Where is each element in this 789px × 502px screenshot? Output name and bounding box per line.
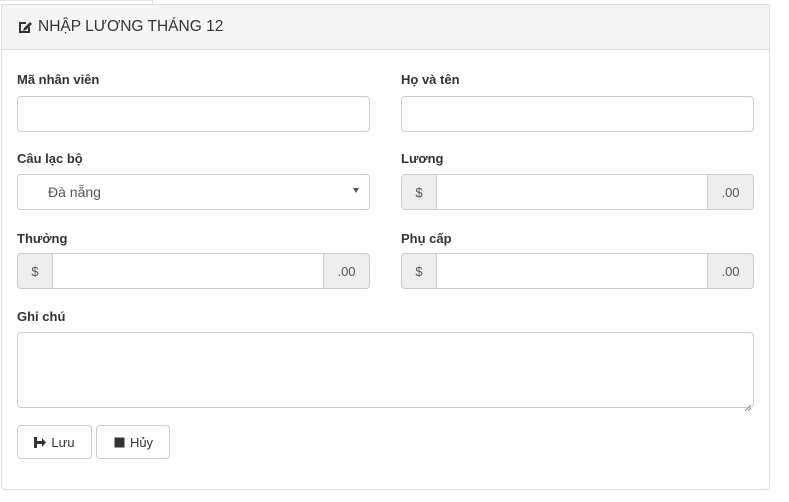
club-select[interactable]: Đà nẵng	[17, 174, 370, 210]
salary-input-group: $ .00	[401, 174, 754, 210]
salary-decimal-addon: .00	[707, 174, 754, 210]
bonus-decimal-addon: .00	[323, 253, 370, 289]
employee-id-label: Mã nhân viên	[17, 72, 100, 87]
employee-id-input[interactable]	[17, 96, 370, 132]
club-selected-value: Đà nẵng	[48, 184, 101, 200]
page: NHẬP LƯƠNG THÁNG 12 Mã nhân viên Họ và t…	[0, 0, 789, 502]
club-label: Câu lạc bộ	[17, 151, 83, 166]
resize-grip-icon[interactable]	[744, 398, 752, 412]
salary-label: Lương	[401, 151, 444, 166]
panel-heading: NHẬP LƯƠNG THÁNG 12	[2, 5, 769, 50]
bonus-input-group: $ .00	[17, 253, 370, 289]
save-button[interactable]: Lưu	[17, 425, 92, 459]
bonus-input[interactable]	[53, 253, 323, 289]
stop-icon	[113, 436, 126, 449]
cancel-button[interactable]: Hủy	[96, 425, 170, 459]
allowance-decimal-addon: .00	[707, 253, 754, 289]
note-textarea[interactable]	[17, 332, 754, 412]
allowance-input-group: $ .00	[401, 253, 754, 289]
bonus-currency-addon: $	[17, 253, 53, 289]
note-label: Ghi chú	[17, 309, 66, 324]
salary-input[interactable]	[437, 174, 707, 210]
full-name-label: Họ và tên	[401, 72, 460, 87]
allowance-label: Phụ cấp	[401, 231, 452, 246]
allowance-currency-addon: $	[401, 253, 437, 289]
full-name-input[interactable]	[401, 96, 754, 132]
edit-icon	[17, 19, 33, 35]
salary-currency-addon: $	[401, 174, 437, 210]
cancel-button-label: Hủy	[129, 434, 154, 450]
allowance-input[interactable]	[437, 253, 707, 289]
dropdown-caret-icon	[353, 188, 359, 193]
bonus-label: Thưởng	[17, 231, 68, 246]
save-icon	[34, 436, 47, 449]
salary-entry-panel: NHẬP LƯƠNG THÁNG 12 Mã nhân viên Họ và t…	[1, 4, 770, 490]
save-button-label: Lưu	[51, 434, 75, 450]
panel-title: NHẬP LƯƠNG THÁNG 12	[38, 18, 224, 35]
